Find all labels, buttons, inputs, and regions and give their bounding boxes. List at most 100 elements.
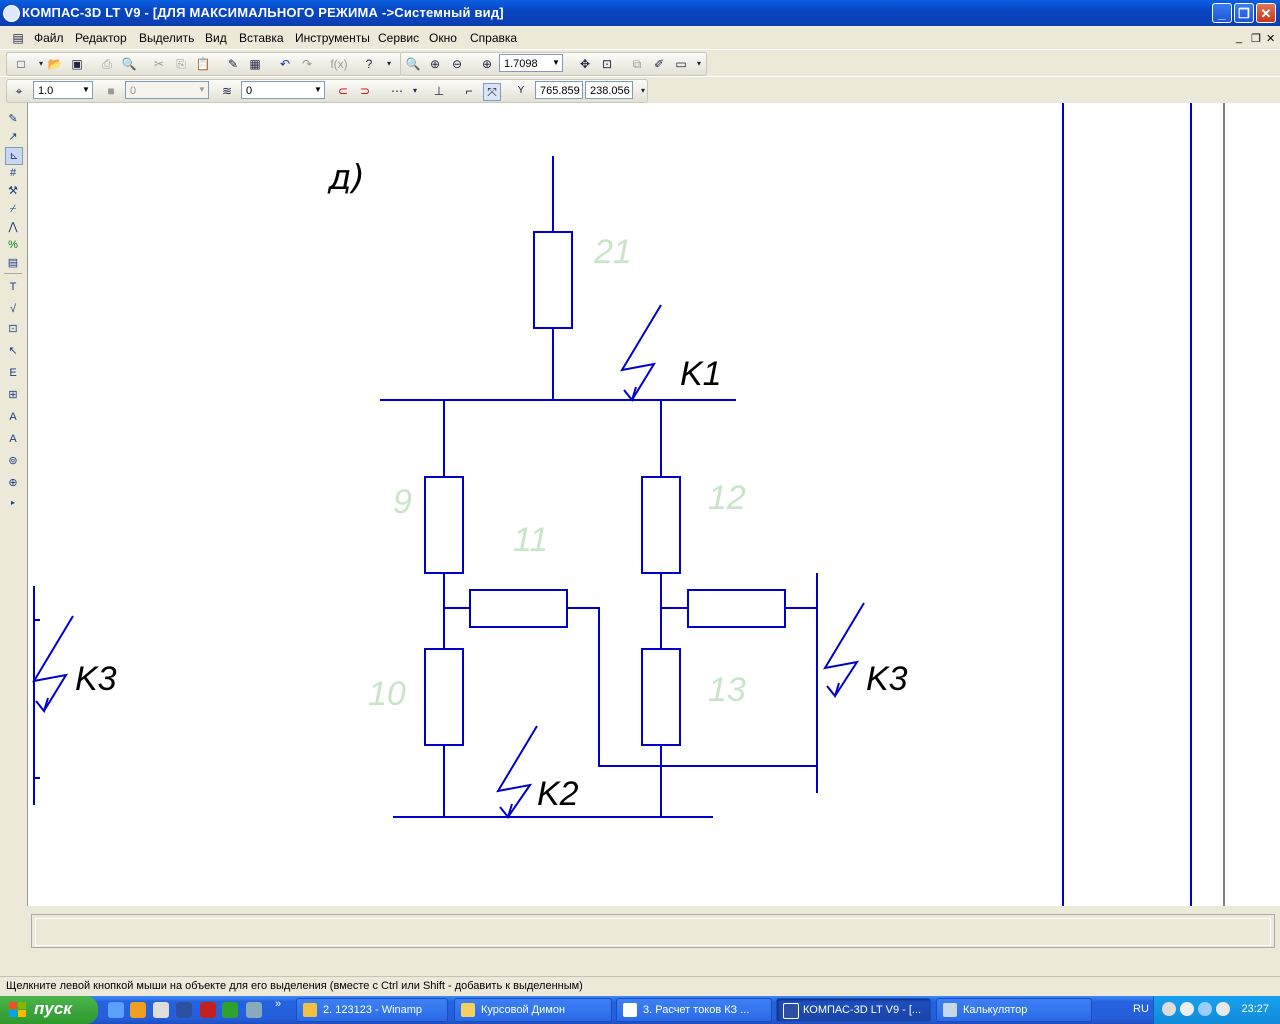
doc-minimize-icon[interactable]: _ — [1236, 32, 1242, 44]
snap-magnet-icon[interactable]: ⊂ — [335, 83, 351, 99]
chevron-down-icon[interactable]: ▼ — [196, 82, 208, 98]
zoom-scale-icon[interactable]: ⊕ — [479, 56, 495, 72]
local-cs-icon[interactable]: ⌖ — [11, 83, 27, 99]
save-icon[interactable]: ▣ — [69, 56, 85, 72]
reports-icon[interactable]: ▤ — [5, 255, 21, 271]
geometry-icon[interactable]: ✎ — [5, 111, 21, 127]
menu-editor[interactable]: Редактор — [75, 31, 127, 45]
quicklaunch-overflow-icon[interactable]: » — [275, 998, 281, 1010]
task-winamp[interactable]: 2. 123123 - Winamp — [296, 998, 448, 1022]
refresh-icon[interactable]: ⧉ — [629, 56, 645, 72]
zoom-out-icon[interactable]: ⊖ — [449, 56, 465, 72]
tray-app-icon[interactable] — [1216, 1002, 1230, 1016]
task-folder[interactable]: Курсовой Димон — [454, 998, 612, 1022]
symbols-icon[interactable]: ⊾ — [5, 147, 23, 165]
opera-icon[interactable] — [200, 1002, 216, 1018]
round-icon[interactable]: ⌐ — [461, 83, 477, 99]
task-kompas[interactable]: КОМПАС-3D LT V9 - [... — [776, 998, 931, 1022]
tray-back-icon[interactable] — [1162, 1002, 1176, 1016]
measure-icon[interactable]: ⌿ — [5, 201, 21, 217]
toolbar-overflow-icon[interactable]: ▾ — [635, 83, 651, 99]
text-icon[interactable]: T — [5, 279, 21, 295]
panel-expand-icon[interactable]: ▸ — [5, 495, 21, 511]
firefox-icon[interactable] — [130, 1002, 146, 1018]
chevron-down-icon[interactable]: ▼ — [312, 82, 324, 98]
highlight-icon[interactable]: ✐ — [651, 56, 667, 72]
leader-icon[interactable]: ↖ — [5, 343, 21, 359]
cut-icon[interactable]: ✂ — [151, 56, 167, 72]
style-icon[interactable]: ■ — [103, 83, 119, 99]
app-quicklaunch-icon[interactable] — [153, 1002, 169, 1018]
undo-icon[interactable]: ↶ — [277, 56, 293, 72]
variables-icon[interactable]: ▦ — [247, 56, 263, 72]
icq-icon[interactable] — [222, 1002, 238, 1018]
callout-icon[interactable]: ⊚ — [5, 453, 21, 469]
spec-icon[interactable]: % — [5, 237, 21, 253]
app-quicklaunch-icon-2[interactable] — [246, 1002, 262, 1018]
network-icon[interactable] — [1180, 1002, 1194, 1016]
zoom-scale-field[interactable]: 1.7098 ▼ — [499, 54, 563, 72]
menu-insert[interactable]: Вставка — [239, 31, 284, 45]
zoom-in-icon[interactable]: ⊕ — [427, 56, 443, 72]
table-icon[interactable]: ⊞ — [5, 387, 21, 403]
kompas-quicklaunch-icon[interactable] — [176, 1002, 192, 1018]
print-preview-icon[interactable]: 🔍 — [121, 56, 137, 72]
new-file-icon[interactable]: □ — [13, 56, 29, 72]
base-icon[interactable]: ⊡ — [5, 321, 21, 337]
panel-icon[interactable]: ▭ — [673, 56, 689, 72]
axis-icon[interactable]: ⊕ — [5, 475, 21, 491]
toolbar-overflow-icon[interactable]: ▾ — [381, 56, 397, 72]
view-arrow-icon[interactable]: A — [5, 409, 21, 425]
restore-button[interactable]: ❐ — [1234, 3, 1254, 23]
language-indicator[interactable]: RU — [1133, 1003, 1149, 1015]
doc-restore-icon[interactable]: ❐ — [1251, 32, 1261, 45]
dimensions-icon[interactable]: ↗ — [5, 129, 21, 145]
layer-field[interactable]: 0 ▼ — [241, 81, 325, 99]
select-icon[interactable]: ⋀ — [5, 219, 21, 235]
menu-view[interactable]: Вид — [205, 31, 227, 45]
parametrization-icon[interactable]: ⚒ — [5, 183, 21, 199]
parametric-icon[interactable]: ⤧ — [483, 83, 501, 101]
copy-icon[interactable]: ⎘ — [173, 56, 189, 72]
properties-icon[interactable]: ✎ — [225, 56, 241, 72]
task-calculator[interactable]: Калькулятор — [936, 998, 1092, 1022]
layers-icon[interactable]: ≋ — [219, 83, 235, 99]
paste-icon[interactable]: 📋 — [195, 56, 211, 72]
ortho-icon[interactable]: ⊥ — [431, 83, 447, 99]
menu-help[interactable]: Справка — [470, 31, 517, 45]
zoom-window-icon[interactable]: 🔍 — [405, 56, 421, 72]
doc-close-icon[interactable]: ✕ — [1266, 32, 1275, 45]
pan-icon[interactable]: ✥ — [577, 56, 593, 72]
print-icon[interactable]: ⎙ — [99, 56, 115, 72]
position-leader-icon[interactable]: E — [5, 365, 21, 381]
roughness-icon[interactable]: √ — [5, 301, 21, 317]
grid-icon[interactable]: ⋯ — [389, 83, 405, 99]
scale-field[interactable]: 1.0 ▼ — [33, 81, 93, 99]
document-icon[interactable]: ▤ — [10, 30, 26, 46]
task-word[interactable]: 3. Расчет токов КЗ ... — [616, 998, 772, 1022]
chevron-down-icon[interactable]: ▼ — [550, 55, 562, 71]
edit-icon[interactable]: # — [5, 165, 21, 181]
snap-magnet-dropdown-icon[interactable]: ⊃ — [357, 83, 373, 99]
redo-icon[interactable]: ↷ — [299, 56, 315, 72]
menu-tools[interactable]: Инструменты — [295, 31, 370, 45]
show-all-icon[interactable]: ⊡ — [599, 56, 615, 72]
menu-service[interactable]: Сервис — [378, 31, 419, 45]
chevron-down-icon[interactable]: ▼ — [80, 82, 92, 98]
menu-select[interactable]: Выделить — [139, 31, 194, 45]
menu-window[interactable]: Окно — [429, 31, 457, 45]
formula-icon[interactable]: f(x) — [329, 56, 349, 72]
menu-file[interactable]: Файл — [34, 31, 64, 45]
open-folder-icon[interactable]: 📂 — [47, 56, 63, 72]
section-line-icon[interactable]: A — [5, 431, 21, 447]
minimize-button[interactable]: _ — [1212, 3, 1232, 23]
grid-dropdown-icon[interactable]: ▾ — [407, 83, 423, 99]
ie-icon[interactable] — [108, 1002, 124, 1018]
volume-icon[interactable] — [1198, 1002, 1212, 1016]
drawing-canvas[interactable]: д) 21 9 11 12 10 13 K1 K2 K3 K3 — [27, 103, 1280, 906]
coord-y-field[interactable]: 238.056 — [585, 81, 633, 99]
start-button[interactable]: пуск — [0, 996, 98, 1024]
coord-x-field[interactable]: 765.859 — [535, 81, 583, 99]
close-button[interactable]: ✕ — [1256, 3, 1276, 23]
help-pointer-icon[interactable]: ? — [361, 56, 377, 72]
